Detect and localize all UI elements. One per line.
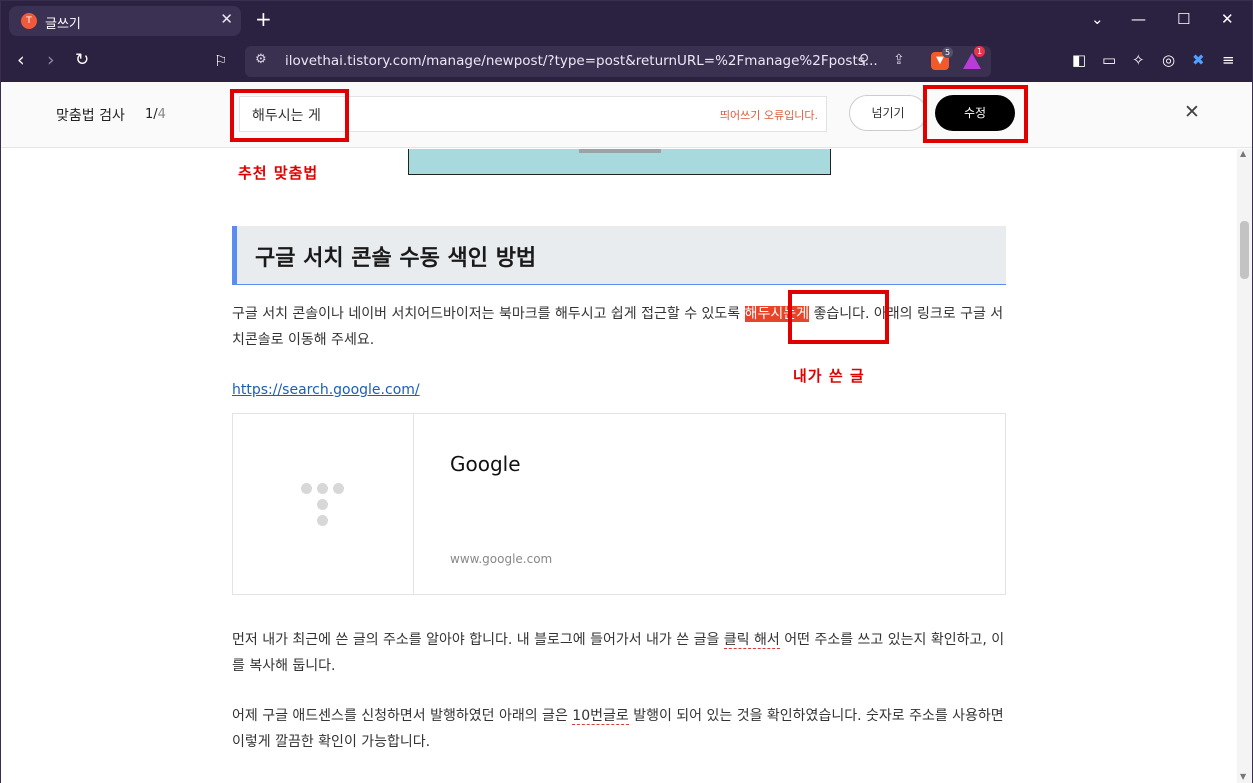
skip-button[interactable]: 넘기기: [849, 95, 927, 131]
sidebar-icon[interactable]: ◧: [1072, 51, 1086, 69]
card-url: www.google.com: [450, 552, 553, 566]
annotation-box-mine: [788, 290, 889, 344]
section-heading[interactable]: 구글 서치 콘솔 수동 색인 방법: [232, 226, 1006, 285]
brave-rewards-icon[interactable]: 1: [963, 46, 986, 71]
spelling-underline[interactable]: 10번글로: [572, 708, 629, 725]
link-preview-card[interactable]: Google www.google.com: [232, 413, 1006, 595]
paragraph-1-text-a: 구글 서치 콘솔이나 네이버 서치어드바이저는 북마크를 해두시고 쉽게 접근할…: [232, 306, 745, 322]
editor-area[interactable]: 구글 서치 콘솔 수동 색인 방법 구글 서치 콘솔이나 네이버 서치어드바이저…: [1, 149, 1237, 783]
annotation-mine-label: 내가 쓴 글: [793, 367, 865, 385]
back-icon[interactable]: ‹: [17, 49, 25, 71]
error-message: 띄어쓰기 오류입니다.: [719, 109, 818, 122]
url-text[interactable]: ilovethai.tistory.com/manage/newpost/?ty…: [285, 53, 878, 69]
site-info-icon[interactable]: ⚙: [255, 52, 267, 67]
spellcheck-current: 1/: [145, 107, 158, 122]
wallet-icon[interactable]: ▭: [1102, 51, 1116, 69]
tistory-logo-dot: [301, 483, 312, 494]
spellcheck-label: 맞춤법 검사: [56, 108, 125, 124]
tistory-logo-dot: [317, 483, 328, 494]
address-bar[interactable]: ⚙ ilovethai.tistory.com/manage/newpost/?…: [245, 46, 991, 77]
scroll-up-icon[interactable]: ▲: [1240, 149, 1246, 158]
heading-text: 구글 서치 콘솔 수동 색인 방법: [255, 246, 537, 271]
extension-icon[interactable]: ✖: [1192, 51, 1205, 69]
tab-list-chevron-icon[interactable]: ⌄: [1091, 10, 1104, 28]
annotation-suggestion-label: 추천 맞춤법: [238, 164, 319, 182]
tistory-logo-dot: [317, 499, 328, 510]
spellcheck-counter: 1/4: [145, 107, 166, 122]
card-title: Google: [450, 452, 521, 476]
card-thumbnail: [233, 414, 414, 594]
tab-bar: T 글쓰기 ✕ + ⌄ — ☐ ✕: [1, 1, 1252, 41]
maximize-icon[interactable]: ☐: [1177, 10, 1190, 28]
menu-icon[interactable]: ≡: [1222, 51, 1235, 69]
paragraph-3[interactable]: 어제 구글 애드센스를 신청하면서 발행하였던 아래의 글은 10번글로 발행이…: [232, 703, 1012, 755]
vpn-icon[interactable]: ◎: [1162, 51, 1175, 69]
share-icon[interactable]: ⇪: [893, 52, 905, 68]
tistory-logo-dot: [333, 483, 344, 494]
new-tab-icon[interactable]: +: [255, 7, 272, 31]
close-window-icon[interactable]: ✕: [1221, 10, 1234, 28]
paragraph-2[interactable]: 먼저 내가 최근에 쓴 글의 주소를 알아야 합니다. 내 블로그에 들어가서 …: [232, 627, 1012, 679]
tab-write[interactable]: T 글쓰기 ✕: [9, 6, 241, 36]
spellcheck-total: 4: [157, 107, 166, 122]
paragraph-1[interactable]: 구글 서치 콘솔이나 네이버 서치어드바이저는 북마크를 해두시고 쉽게 접근할…: [232, 301, 1012, 353]
google-link[interactable]: https://search.google.com/: [232, 382, 420, 398]
minimize-icon[interactable]: —: [1131, 10, 1146, 28]
spelling-underline[interactable]: 클릭 해서: [723, 632, 780, 649]
spellcheck-bar: 맞춤법 검사 1/4 해두시는 게 띄어쓰기 오류입니다. 넘기기 수정 ✕: [1, 82, 1252, 148]
scrollbar-thumb[interactable]: [1240, 221, 1249, 279]
paragraph-2-text-a: 먼저 내가 최근에 쓴 글의 주소를 알아야 합니다. 내 블로그에 들어가서 …: [232, 632, 724, 648]
tistory-logo-dot: [317, 515, 328, 526]
scroll-down-icon[interactable]: ▼: [1240, 772, 1246, 781]
close-tab-icon[interactable]: ✕: [220, 10, 233, 28]
image-detail: [579, 149, 661, 153]
paragraph-3-text-a: 어제 구글 애드센스를 신청하면서 발행하였던 아래의 글은: [232, 708, 573, 724]
shield-count: 5: [942, 47, 954, 58]
close-spellcheck-icon[interactable]: ✕: [1184, 101, 1200, 123]
browser-toolbar: ‹ › ↻ ⚐ ⚙ ilovethai.tistory.com/manage/n…: [1, 41, 1252, 82]
embedded-image[interactable]: [408, 149, 831, 175]
rewards-count: 1: [974, 46, 986, 57]
tistory-icon: T: [21, 13, 37, 29]
search-icon[interactable]: ⚲: [859, 52, 869, 68]
reload-icon[interactable]: ↻: [75, 50, 89, 70]
tab-title: 글쓰기: [45, 17, 81, 32]
annotation-box-fix: [923, 85, 1028, 143]
leo-ai-icon[interactable]: ✧: [1132, 51, 1145, 69]
forward-icon[interactable]: ›: [47, 49, 55, 71]
bookmark-icon[interactable]: ⚐: [214, 52, 227, 70]
brave-shield-icon[interactable]: ▼ 5: [931, 47, 954, 70]
annotation-box-suggestion: [230, 89, 349, 142]
browser-window: T 글쓰기 ✕ + ⌄ — ☐ ✕ ‹ › ↻ ⚐ ⚙ ilovethai.ti…: [0, 0, 1253, 783]
editor-scrollbar[interactable]: ▲ ▼: [1237, 149, 1252, 783]
